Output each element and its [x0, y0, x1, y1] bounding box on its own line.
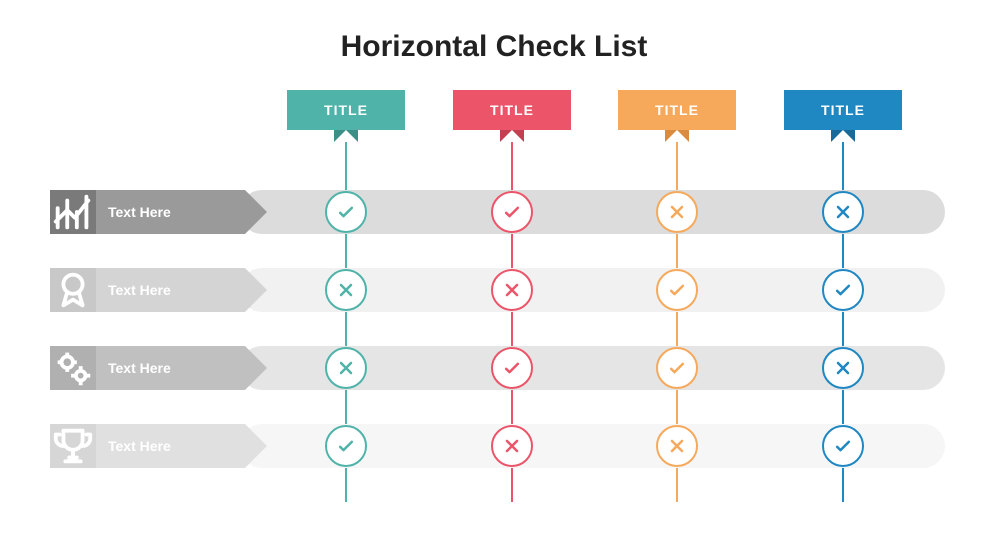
- check-cell: [325, 191, 367, 233]
- cross-cell: [822, 191, 864, 233]
- row-label-text: Text Here: [96, 424, 245, 468]
- column-header-2: TITLE: [618, 90, 736, 130]
- cross-cell: [491, 269, 533, 311]
- row-label: Text Here: [50, 190, 245, 234]
- check-cell: [491, 347, 533, 389]
- award-icon: [50, 268, 96, 312]
- column-header-1: TITLE: [453, 90, 571, 130]
- gears-icon: [50, 346, 96, 390]
- row-label-text: Text Here: [96, 190, 245, 234]
- trophy-icon: [50, 424, 96, 468]
- column-header-label: TITLE: [324, 102, 368, 118]
- column-header-label: TITLE: [655, 102, 699, 118]
- checklist-stage: TITLE TITLE TITLE TITLE Text Here: [50, 90, 945, 520]
- row-label: Text Here: [50, 424, 245, 468]
- check-cell: [656, 347, 698, 389]
- check-cell: [822, 269, 864, 311]
- column-header-3: TITLE: [784, 90, 902, 130]
- cross-cell: [325, 269, 367, 311]
- check-cell: [491, 191, 533, 233]
- cross-cell: [325, 347, 367, 389]
- row-label-text: Text Here: [96, 268, 245, 312]
- cross-cell: [656, 191, 698, 233]
- column-header-label: TITLE: [821, 102, 865, 118]
- page-title: Horizontal Check List: [0, 30, 988, 64]
- check-cell: [822, 425, 864, 467]
- check-cell: [656, 269, 698, 311]
- chart-up-icon: [50, 190, 96, 234]
- column-header-0: TITLE: [287, 90, 405, 130]
- row-label: Text Here: [50, 346, 245, 390]
- cross-cell: [491, 425, 533, 467]
- row-label: Text Here: [50, 268, 245, 312]
- check-cell: [325, 425, 367, 467]
- cross-cell: [822, 347, 864, 389]
- column-header-label: TITLE: [490, 102, 534, 118]
- row-label-text: Text Here: [96, 346, 245, 390]
- cross-cell: [656, 425, 698, 467]
